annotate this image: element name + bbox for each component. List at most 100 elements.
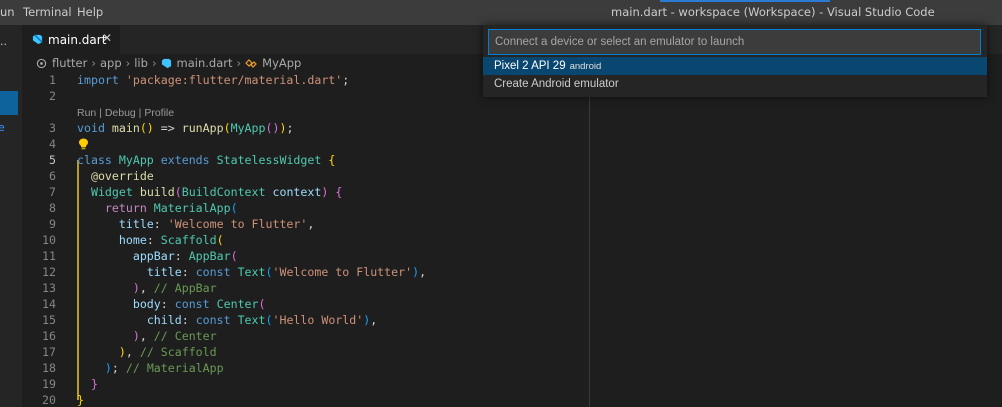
- folder-root-icon: [36, 58, 47, 68]
- code-token: :: [181, 313, 196, 327]
- dart-icon: [161, 58, 171, 68]
- activity-active-item[interactable]: [0, 91, 18, 115]
- code-token: import: [77, 73, 119, 87]
- code-line[interactable]: 16 ), // Center: [22, 328, 1002, 344]
- code-text: ), // AppBar: [77, 280, 217, 296]
- line-number: 4: [49, 137, 56, 151]
- code-line[interactable]: 18 ); // MaterialApp: [22, 360, 1002, 376]
- line-number: 3: [49, 121, 56, 135]
- code-token: =>: [153, 121, 182, 135]
- quick-pick-item-pixel2[interactable]: Pixel 2 API 29 android: [483, 57, 987, 75]
- code-line[interactable]: 10 home: Scaffold(: [22, 232, 1002, 248]
- breadcrumb-item-lib[interactable]: lib: [134, 56, 148, 70]
- line-number: 16: [42, 329, 56, 343]
- code-text: import 'package:flutter/material.dart';: [77, 72, 349, 88]
- code-line[interactable]: 7 Widget build(BuildContext context) {: [22, 184, 1002, 200]
- line-number: 13: [42, 281, 56, 295]
- code-token: appBar: [132, 249, 175, 263]
- line-number: 18: [42, 361, 56, 375]
- code-token: ): [132, 329, 140, 343]
- code-token: ): [104, 361, 112, 375]
- menu-terminal[interactable]: Terminal: [23, 0, 72, 25]
- line-number: 15: [42, 313, 56, 327]
- code-text: void main() => runApp(MyApp());: [77, 120, 293, 136]
- breadcrumb-item-myapp[interactable]: MyApp: [262, 56, 301, 70]
- window-title: main.dart - workspace (Workspace) - Visu…: [611, 5, 935, 19]
- code-token: MyApp: [118, 153, 154, 167]
- code-token: (): [139, 121, 154, 135]
- code-text: Widget build(BuildContext context) {: [77, 184, 342, 200]
- code-token: :: [160, 297, 175, 311]
- code-token: :: [174, 249, 189, 263]
- code-text: ), // Scaffold: [77, 344, 217, 360]
- code-line[interactable]: 5 class MyApp extends StatelessWidget {: [22, 152, 1002, 168]
- quick-pick-item-description: android: [569, 61, 602, 72]
- code-text: title: 'Welcome to Flutter',: [77, 216, 314, 232]
- code-token: }: [90, 377, 98, 391]
- menu-run[interactable]: un: [0, 0, 15, 25]
- code-line[interactable]: 14 body: const Center(: [22, 296, 1002, 312]
- code-text: }: [77, 392, 84, 407]
- code-token: (): [265, 121, 280, 135]
- code-line[interactable]: 15 child: const Text('Hello World'),: [22, 312, 1002, 328]
- breadcrumb-item-flutter[interactable]: flutter: [52, 56, 87, 70]
- code-token: (: [230, 201, 238, 215]
- code-line[interactable]: 17 ), // Scaffold: [22, 344, 1002, 360]
- chevron-right-icon: ›: [151, 56, 157, 70]
- code-token: (: [258, 297, 266, 311]
- code-token: body: [132, 297, 161, 311]
- code-token: (: [230, 249, 238, 263]
- code-token: ;: [286, 121, 294, 135]
- breadcrumb-item-app[interactable]: app: [100, 56, 122, 70]
- code-line[interactable]: 8 return MaterialApp(: [22, 200, 1002, 216]
- code-text: class MyApp extends StatelessWidget {: [77, 152, 335, 168]
- line-number: 19: [42, 377, 56, 391]
- quick-pick-item-create-emulator[interactable]: Create Android emulator: [483, 75, 987, 93]
- code-token: ): [118, 345, 126, 359]
- chevron-right-icon: ›: [125, 56, 131, 70]
- activity-overflow-dots[interactable]: ..: [0, 35, 7, 48]
- quick-pick-item-label: Create Android emulator: [494, 78, 619, 90]
- code-line[interactable]: 3 void main() => runApp(MyApp());: [22, 120, 1002, 136]
- code-line[interactable]: 9 title: 'Welcome to Flutter',: [22, 216, 1002, 232]
- code-line[interactable]: 19 }: [22, 376, 1002, 392]
- activity-partial-letter: e: [0, 121, 5, 134]
- line-number: 6: [49, 169, 56, 183]
- code-token: const: [174, 297, 210, 311]
- code-line[interactable]: 20}: [22, 392, 1002, 407]
- code-text: home: Scaffold(: [77, 232, 224, 248]
- code-editor[interactable]: Run | Debug | Profile 1 import 'package:f…: [22, 72, 1002, 407]
- menu-help[interactable]: Help: [77, 0, 103, 25]
- breadcrumb-item-main-dart[interactable]: main.dart: [177, 56, 233, 70]
- device-search-input[interactable]: [488, 29, 981, 55]
- code-line[interactable]: 12 title: const Text('Welcome to Flutter…: [22, 264, 1002, 280]
- code-token: context: [272, 185, 322, 199]
- title-bar: un Terminal Help main.dart - workspace (…: [0, 0, 1002, 25]
- code-token: Scaffold: [160, 233, 217, 247]
- code-token: ;: [111, 361, 126, 375]
- tab-main-dart[interactable]: main.dart ✕: [22, 25, 120, 54]
- code-text: appBar: AppBar(: [77, 248, 238, 264]
- code-line[interactable]: 4: [22, 136, 1002, 152]
- code-line[interactable]: 13 ), // AppBar: [22, 280, 1002, 296]
- code-line[interactable]: 6 @override: [22, 168, 1002, 184]
- code-token: ,: [125, 345, 140, 359]
- class-symbol-icon: [245, 58, 257, 68]
- code-text: body: const Center(: [77, 296, 266, 312]
- close-icon[interactable]: ✕: [102, 31, 112, 45]
- line-number: 2: [49, 89, 56, 103]
- codelens-run-debug-profile[interactable]: Run | Debug | Profile: [77, 106, 174, 120]
- code-token: @override: [90, 169, 154, 183]
- code-token: AppBar: [188, 249, 231, 263]
- code-text: title: const Text('Welcome to Flutter'),: [77, 264, 426, 280]
- code-line[interactable]: 11 appBar: AppBar(: [22, 248, 1002, 264]
